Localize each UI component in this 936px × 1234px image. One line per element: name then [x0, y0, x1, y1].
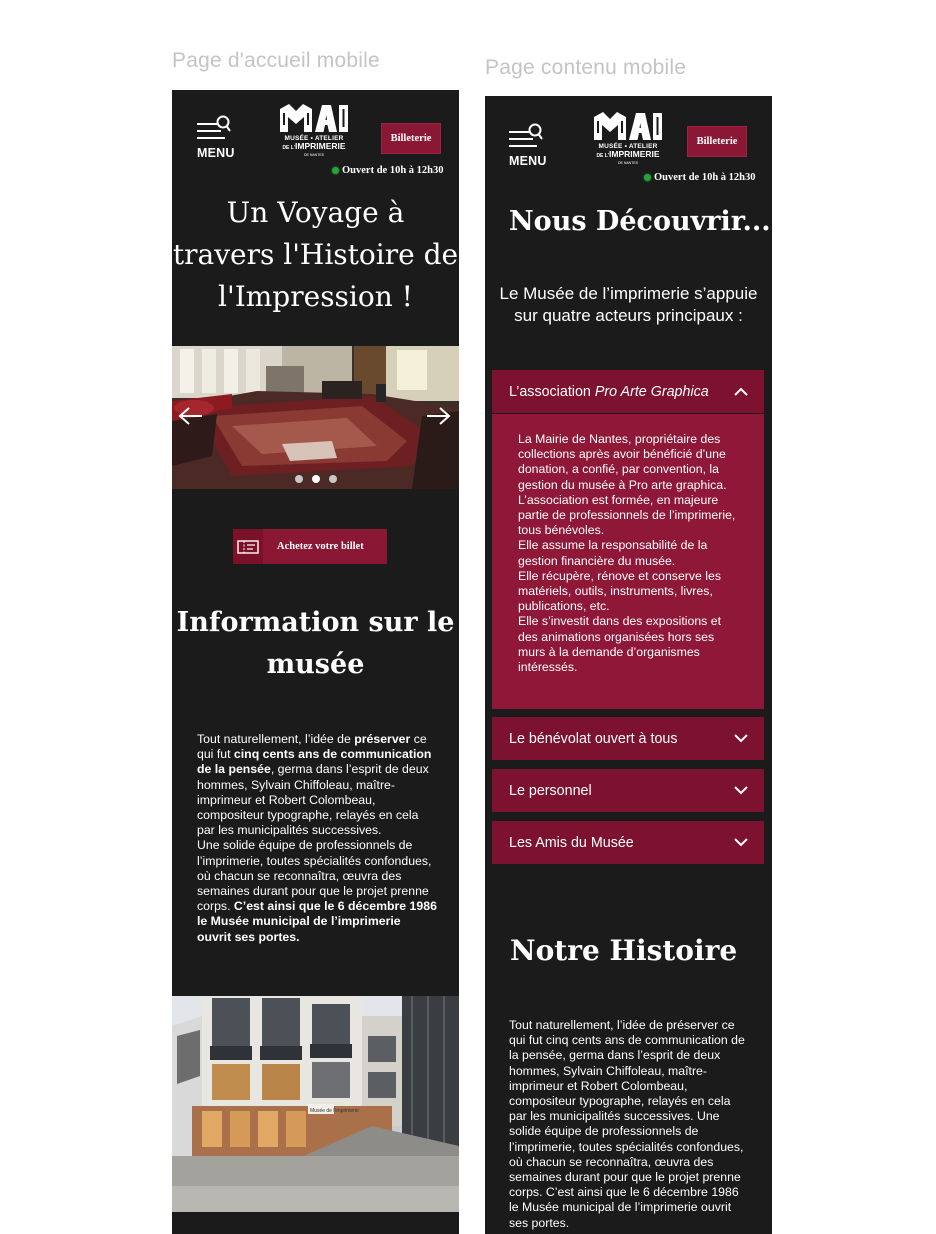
menu-button[interactable]: MENU: [197, 109, 245, 161]
info-paragraph: Tout naturellement, l’idée de préserver …: [197, 732, 437, 944]
carousel-dot[interactable]: [295, 475, 303, 483]
museum-building-photo: Musée de l'imprimerie: [172, 996, 459, 1212]
opening-hours: Ouvert de 10h à 12h30: [644, 172, 756, 183]
image-carousel[interactable]: [172, 346, 459, 489]
discover-title: Nous Découvrir...: [509, 206, 771, 237]
accordion-item-association[interactable]: L’association Pro Arte Graphica: [492, 370, 764, 413]
arrow-right-icon[interactable]: [425, 404, 451, 428]
arrow-left-icon[interactable]: [178, 404, 204, 428]
frame-label-home: Page d'accueil mobile: [172, 49, 380, 72]
accordion-item-personnel[interactable]: Le personnel: [492, 769, 764, 812]
info-title: Information sur le musée: [176, 607, 455, 680]
intro-text: Le Musée de l’imprimerie s’appuie sur qu…: [499, 284, 758, 325]
buy-ticket-label: Achetez votre billet: [277, 541, 364, 552]
carousel-dot-active[interactable]: [312, 475, 320, 483]
status-dot-icon: [332, 167, 339, 174]
mobile-content-page: MENU MUSÉE • ATELIER DE L'IMPRIMERIE DE …: [485, 96, 772, 1234]
chevron-up-icon: [734, 387, 748, 396]
chevron-down-icon: [734, 838, 748, 847]
printing-press-photo: [172, 346, 459, 489]
accordion-label: Le personnel: [509, 782, 592, 799]
menu-search-icon: [197, 115, 231, 139]
accordion-label: Les Amis du Musée: [509, 834, 634, 851]
history-paragraph: Tout naturellement, l’idée de préserver …: [509, 1018, 745, 1230]
menu-label: MENU: [509, 154, 547, 168]
museum-logo[interactable]: MUSÉE • ATELIER DE L'IMPRIMERIE DE NANTE…: [278, 103, 350, 163]
ticket-icon: [233, 529, 263, 564]
mai-logo-mark: [594, 112, 662, 140]
frame-label-content: Page contenu mobile: [485, 56, 687, 79]
mobile-home-page: MENU MUSÉE • ATELIER DE L'IMPRIMERIE DE …: [172, 90, 459, 1234]
chevron-down-icon: [734, 734, 748, 743]
chevron-down-icon: [734, 786, 748, 795]
hero-title: Un Voyage à travers l'Histoire de l'Impr…: [172, 196, 459, 313]
menu-search-icon: [509, 123, 543, 147]
buy-ticket-button[interactable]: Achetez votre billet: [233, 529, 387, 564]
carousel-dot[interactable]: [329, 475, 337, 483]
carousel-dots: [295, 475, 337, 483]
accordion-label: Le bénévolat ouvert à tous: [509, 730, 678, 747]
svg-text:Musée de l'imprimerie: Musée de l'imprimerie: [310, 1108, 359, 1114]
billetterie-button[interactable]: Billeterie: [687, 126, 747, 157]
accordion-item-amis[interactable]: Les Amis du Musée: [492, 821, 764, 864]
accordion-panel-association: La Mairie de Nantes, propriétaire des co…: [492, 414, 764, 709]
accordion-label: L’association Pro Arte Graphica: [509, 383, 709, 400]
history-title: Notre Histoire: [510, 934, 738, 967]
museum-logo[interactable]: MUSÉE • ATELIER DE L'IMPRIMERIE DE NANTE…: [592, 111, 664, 171]
billetterie-button[interactable]: Billeterie: [381, 123, 441, 154]
accordion-item-benevolat[interactable]: Le bénévolat ouvert à tous: [492, 717, 764, 760]
opening-hours: Ouvert de 10h à 12h30: [332, 165, 444, 176]
status-dot-icon: [644, 174, 651, 181]
menu-button[interactable]: MENU: [509, 117, 557, 169]
mai-logo-mark: [280, 104, 348, 132]
menu-label: MENU: [197, 146, 235, 160]
